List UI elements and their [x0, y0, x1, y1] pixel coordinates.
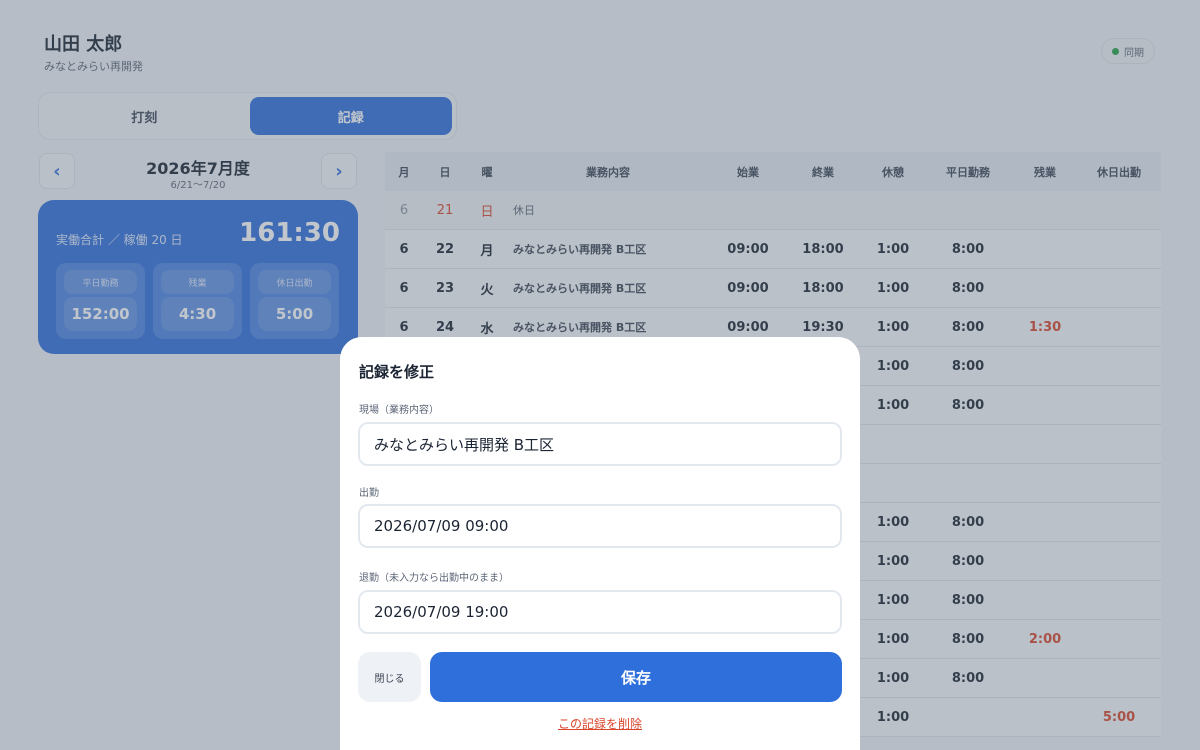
clock-in-input[interactable]: 2026/07/09 09:00	[358, 504, 842, 548]
clock-out-input[interactable]: 2026/07/09 19:00	[358, 590, 842, 634]
close-button[interactable]: 閉じる	[358, 652, 421, 702]
site-input[interactable]: みなとみらい再開発 B工区	[358, 422, 842, 466]
delete-record-link[interactable]: この記録を削除	[340, 715, 860, 732]
app-root: 山田 太郎 みなとみらい再開発 同期 打刻 記録 ‹ 2026年7月度 6/21…	[0, 0, 1200, 750]
edit-record-modal: 記録を修正 現場（業務内容） みなとみらい再開発 B工区 出勤 2026/07/…	[340, 337, 860, 750]
clock-in-field-label: 出勤	[359, 488, 379, 499]
clock-out-field-label: 退勤（未入力なら出勤中のまま）	[359, 573, 509, 584]
site-field-label: 現場（業務内容）	[359, 405, 439, 416]
modal-title: 記録を修正	[359, 363, 435, 381]
save-button[interactable]: 保存	[430, 652, 842, 702]
